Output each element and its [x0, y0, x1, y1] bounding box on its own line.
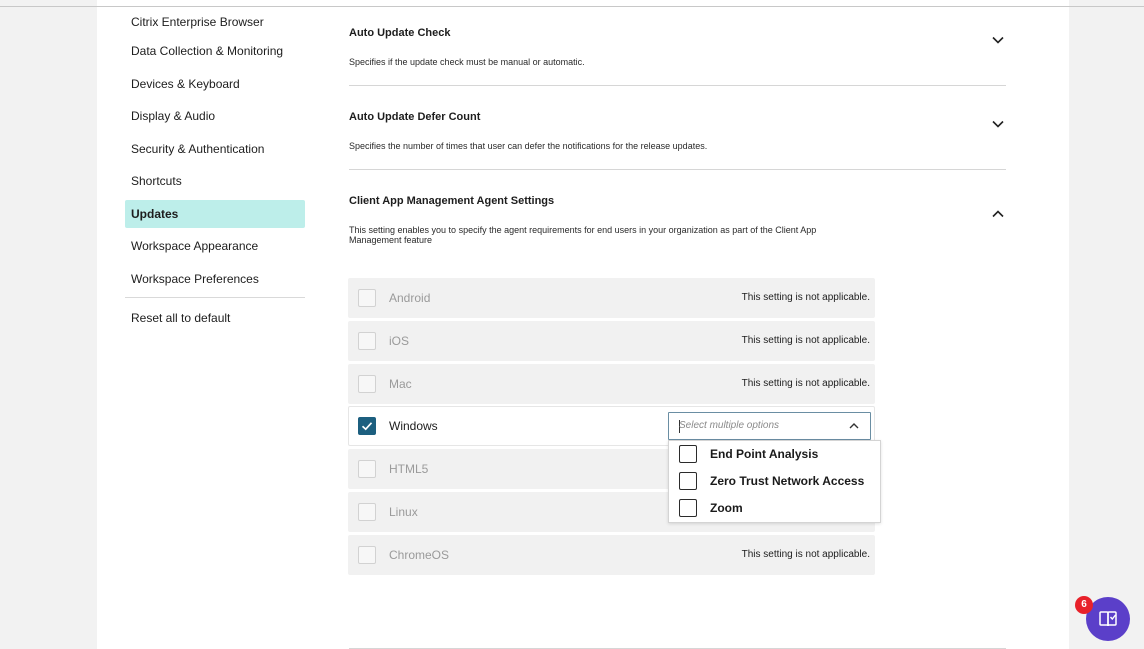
- option-checkbox[interactable]: [679, 445, 697, 463]
- chevron-up-icon[interactable]: [990, 206, 1006, 222]
- platform-row-chromeos: ChromeOS This setting is not applicable.: [348, 535, 875, 575]
- not-applicable-note: This setting is not applicable.: [741, 292, 870, 303]
- select-placeholder: Select multiple options: [679, 420, 780, 431]
- section-divider: [349, 85, 1006, 86]
- section-description: Specifies if the update check must be ma…: [349, 57, 585, 67]
- chevron-down-icon[interactable]: [990, 32, 1006, 48]
- option-label: End Point Analysis: [710, 447, 819, 461]
- platform-checkbox-checked[interactable]: [358, 417, 376, 435]
- not-applicable-note: This setting is not applicable.: [741, 335, 870, 346]
- platform-label: ChromeOS: [389, 548, 450, 562]
- agent-options-select[interactable]: Select multiple options: [668, 412, 871, 440]
- platform-label: iOS: [389, 334, 410, 348]
- top-divider: [0, 6, 1144, 7]
- platform-label: Android: [389, 291, 431, 305]
- platform-label: Linux: [389, 505, 418, 519]
- platform-label: Windows: [389, 419, 438, 433]
- option-label: Zero Trust Network Access: [710, 474, 865, 488]
- platform-checkbox[interactable]: [358, 332, 376, 350]
- platform-label: HTML5: [389, 462, 429, 476]
- platform-row-android: Android This setting is not applicable.: [348, 278, 875, 318]
- sidebar-item-shortcuts[interactable]: Shortcuts: [125, 167, 305, 195]
- section-title: Auto Update Check: [349, 27, 451, 39]
- checkmark-icon: [361, 422, 373, 431]
- reset-all-button[interactable]: Reset all to default: [125, 304, 305, 332]
- section-title: Auto Update Defer Count: [349, 111, 481, 123]
- option-zero-trust-network-access[interactable]: Zero Trust Network Access: [669, 468, 882, 495]
- section-divider: [349, 169, 1006, 170]
- not-applicable-note: This setting is not applicable.: [741, 378, 870, 389]
- platform-row-mac: Mac This setting is not applicable.: [348, 364, 875, 404]
- sidebar-item-devices-keyboard[interactable]: Devices & Keyboard: [125, 70, 305, 98]
- platform-row-ios: iOS This setting is not applicable.: [348, 321, 875, 361]
- platform-label: Mac: [389, 377, 412, 391]
- sidebar-item-data-collection[interactable]: Data Collection & Monitoring: [125, 37, 305, 65]
- option-end-point-analysis[interactable]: End Point Analysis: [669, 441, 882, 468]
- platform-checkbox[interactable]: [358, 546, 376, 564]
- sidebar-item-updates[interactable]: Updates: [125, 200, 305, 228]
- platform-checkbox[interactable]: [358, 460, 376, 478]
- option-zoom[interactable]: Zoom: [669, 495, 882, 522]
- platform-checkbox[interactable]: [358, 289, 376, 307]
- options-menu: End Point Analysis Zero Trust Network Ac…: [668, 440, 881, 523]
- sidebar-item-workspace-preferences[interactable]: Workspace Preferences: [125, 265, 305, 293]
- option-checkbox[interactable]: [679, 472, 697, 490]
- sidebar-item-workspace-appearance[interactable]: Workspace Appearance: [125, 232, 305, 260]
- platform-checkbox[interactable]: [358, 503, 376, 521]
- section-title: Client App Management Agent Settings: [349, 195, 555, 207]
- chevron-down-icon[interactable]: [990, 116, 1006, 132]
- notification-badge: 6: [1075, 596, 1093, 614]
- section-description: Specifies the number of times that user …: [349, 141, 708, 151]
- chevron-up-icon: [849, 423, 859, 429]
- section-description: This setting enables you to specify the …: [349, 225, 817, 245]
- not-applicable-note: This setting is not applicable.: [741, 549, 870, 560]
- sidebar-divider: [125, 297, 305, 298]
- option-checkbox[interactable]: [679, 499, 697, 517]
- platform-checkbox[interactable]: [358, 375, 376, 393]
- option-label: Zoom: [710, 501, 743, 515]
- sidebar-item-citrix-enterprise-browser[interactable]: Citrix Enterprise Browser: [125, 8, 305, 36]
- sidebar-item-security[interactable]: Security & Authentication: [125, 135, 305, 163]
- sidebar-item-display-audio[interactable]: Display & Audio: [125, 102, 305, 130]
- help-book-icon: [1099, 611, 1117, 627]
